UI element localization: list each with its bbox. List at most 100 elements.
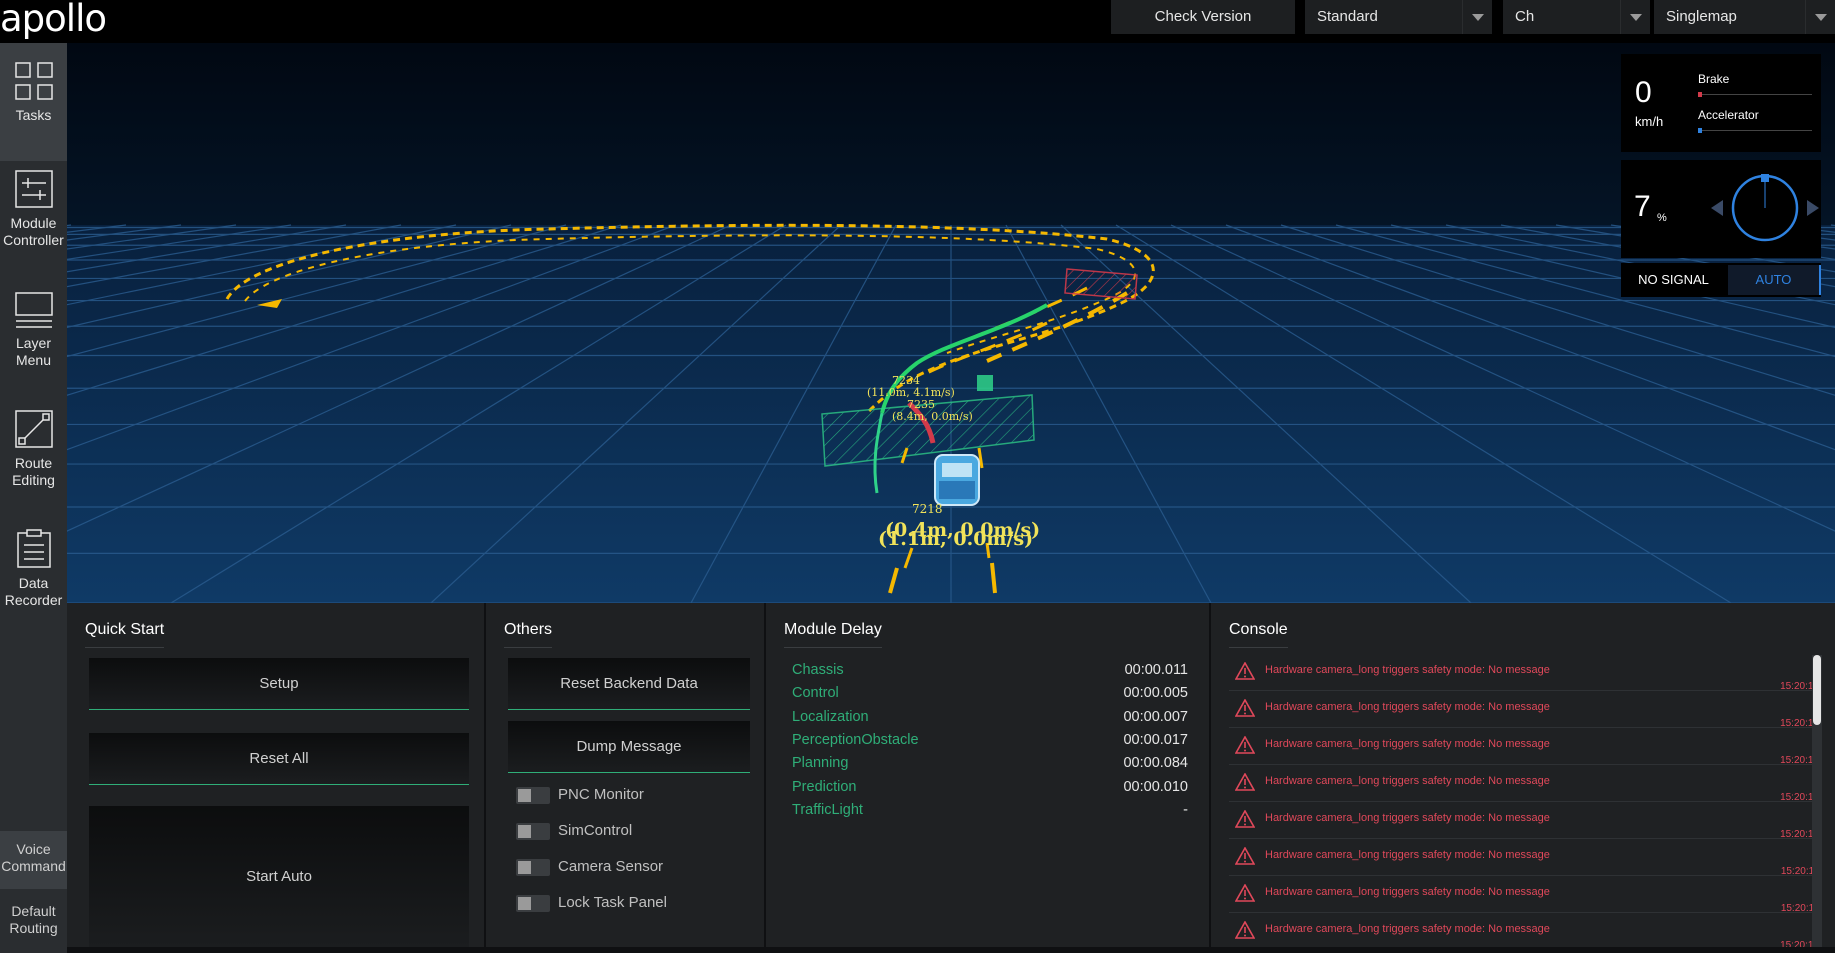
signal-panel: NO SIGNAL AUTO [1621,263,1821,297]
module-delay-panel: Module Delay Chassis 00:00.011 Control 00:0… [766,603,1209,947]
warning-icon [1235,921,1255,939]
brake-level-mark [1698,92,1702,97]
console-scrollbar-thumb[interactable] [1813,655,1821,725]
toggle-switch[interactable] [516,859,550,876]
toggle-switch[interactable] [516,787,550,804]
console-message: Hardware camera_long triggers safety mod… [1265,664,1550,676]
default-routing-label: Default [11,903,56,919]
drive-mode-status: AUTO [1728,265,1821,295]
turn-signal-status: NO SIGNAL [1638,272,1709,287]
console-message: Hardware camera_long triggers safety mod… [1265,849,1550,861]
console-list[interactable]: Hardware camera_long triggers safety mod… [1229,655,1819,947]
default-routing-button[interactable]: Default Routing [0,893,67,953]
warning-icon [1235,847,1255,865]
sidebar-item-tasks[interactable]: Tasks [0,43,67,161]
ego-vehicle [934,454,980,506]
brake-bar [1698,92,1812,97]
setup-button[interactable]: Setup [89,658,469,710]
console-item: Hardware camera_long triggers safety mod… [1229,877,1819,914]
module-delay-title: Module Delay [784,621,882,648]
start-auto-button[interactable]: Start Auto [89,806,469,947]
accelerator-level-mark [1698,128,1702,133]
sidebar-item-label: Data [18,575,49,591]
reset-all-button[interactable]: Reset All [89,733,469,785]
obstacle-info-label: (8.4m, 0.0m/s) [892,410,973,423]
apollo-logo: apollo [0,0,107,40]
module-delay-value: 00:00.011 [1124,662,1188,678]
module-delay-row: Prediction 00:00.010 [792,779,1188,799]
console-scrollbar[interactable] [1812,655,1822,947]
module-delay-value: 00:00.017 [1123,731,1188,748]
dump-message-button[interactable]: Dump Message [508,721,750,773]
module-name: Control [792,685,839,702]
toggle-label: Lock Task Panel [558,894,667,911]
quick-start-title: Quick Start [85,621,165,648]
sidebar: Tasks Module Controller Layer Menu Route… [0,43,67,953]
console-message: Hardware camera_long triggers safety mod… [1265,886,1550,898]
module-name: Prediction [792,778,857,795]
console-panel: Console Hardware camera_long triggers sa… [1211,603,1835,947]
module-name: TrafficLight [792,801,863,818]
scene-view[interactable]: 7234 (11.0m, 4.1m/s) 7235 (8.4m, 0.0m/s)… [67,43,1835,603]
sidebar-item-label: Layer [15,335,52,351]
toggle-switch[interactable] [516,823,550,840]
reset-backend-data-button[interactable]: Reset Backend Data [508,658,750,710]
sidebar-item-label: Module [10,215,57,231]
sidebar-item-layer-menu[interactable]: Layer Menu [0,283,67,401]
module-delay-row: Localization 00:00.007 [792,709,1188,729]
module-delay-row: Control 00:00.005 [792,685,1188,705]
voice-command-label: Voice [16,841,51,857]
map-select[interactable]: Singlemap [1654,0,1835,34]
speed-value: 0 [1635,76,1652,109]
toggle-label: Camera Sensor [558,858,664,875]
warning-icon [1235,662,1255,680]
obstacle-marker [977,375,993,391]
voice-command-button[interactable]: Voice Command [0,831,67,889]
console-item: Hardware camera_long triggers safety mod… [1229,840,1819,877]
module-delay-value: 00:00.007 [1123,708,1188,725]
scene-canvas: 7234 (11.0m, 4.1m/s) 7235 (8.4m, 0.0m/s)… [67,43,1835,603]
warning-icon [1235,884,1255,902]
sidebar-item-route-editing[interactable]: Route Editing [0,403,67,521]
sidebar-item-label: Recorder [4,592,63,608]
console-item: Hardware camera_long triggers safety mod… [1229,692,1819,729]
quick-start-panel: Quick Start Setup Reset All Start Auto [67,603,484,947]
steering-panel: 7 % [1621,160,1821,258]
stop-region [1064,268,1138,300]
check-version-button[interactable]: Check Version [1111,0,1295,34]
data-recorder-icon [16,529,51,568]
module-name: PerceptionObstacle [792,731,919,748]
module-name: Localization [792,708,869,725]
module-delay-value: 00:00.005 [1123,685,1188,702]
sidebar-item-label: Menu [15,352,52,368]
speed-unit: km/h [1635,114,1664,129]
steering-wheel-icon [1711,174,1819,242]
vehicle-select[interactable]: Ch [1503,0,1650,34]
console-title: Console [1229,621,1288,648]
sky [67,43,1835,225]
dropdown-caret-icon [1805,0,1835,34]
layer-menu-icon [14,292,53,328]
steer-right-arrow [1807,200,1819,216]
obstacle-id-label: 7218 [912,502,943,516]
brake-label: Brake [1698,72,1730,86]
tasks-icon [14,62,53,100]
sidebar-item-data-recorder[interactable]: Data Recorder [0,523,67,641]
module-name: Chassis [792,662,844,678]
module-name: Planning [792,755,849,772]
mode-select[interactable]: Standard [1305,0,1492,34]
map-select-value: Singlemap [1666,8,1737,25]
sidebar-item-module-controller[interactable]: Module Controller [0,163,67,281]
console-item: Hardware camera_long triggers safety mod… [1229,803,1819,840]
obstacle-info-label: (1.1m, 0.0m/s) [878,528,1033,550]
sidebar-item-label: Route [14,455,53,471]
module-delay-row: TrafficLight - [792,802,1188,822]
steering-value: 7 [1634,190,1651,223]
toggle-switch[interactable] [516,895,550,912]
module-delay-value: - [1183,801,1188,818]
warning-icon [1235,810,1255,828]
dropdown-caret-icon [1620,0,1650,34]
speed-panel: 0 km/h Brake Accelerator [1621,54,1821,152]
module-delay-row: Chassis 00:00.011 [792,662,1188,682]
warning-icon [1235,773,1255,791]
